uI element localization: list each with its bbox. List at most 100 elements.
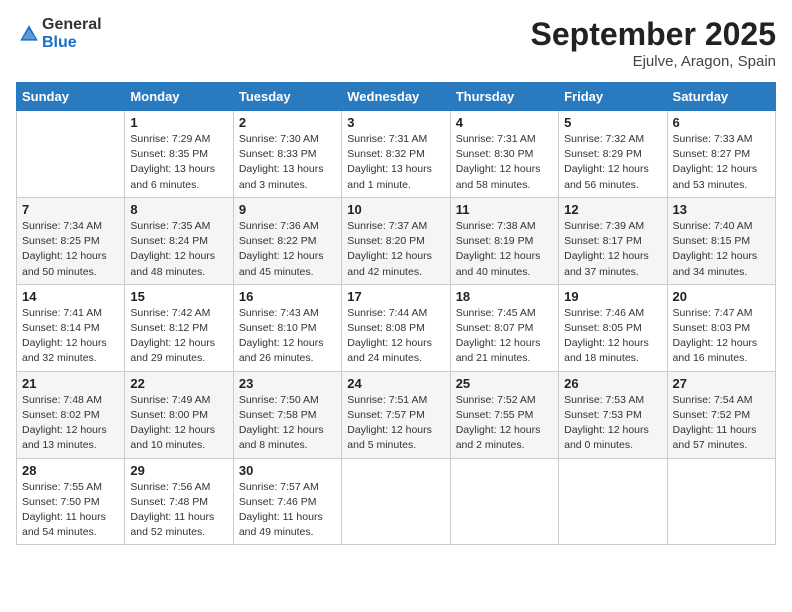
day-cell: 16 Sunrise: 7:43 AM Sunset: 8:10 PM Dayli… <box>233 284 341 371</box>
day-number: 1 <box>130 115 227 130</box>
day-number: 24 <box>347 376 444 391</box>
day-cell: 29Sunrise: 7:56 AM Sunset: 7:48 PM Dayli… <box>125 458 233 545</box>
day-info: Sunrise: 7:36 AM Sunset: 8:22 PM Dayligh… <box>239 219 336 280</box>
day-cell <box>17 111 125 198</box>
column-header-sunday: Sunday <box>17 83 125 111</box>
day-info: Sunrise: 7:38 AM Sunset: 8:19 PM Dayligh… <box>456 219 553 280</box>
day-number: 9 <box>239 202 336 217</box>
day-cell: 20Sunrise: 7:47 AM Sunset: 8:03 PM Dayli… <box>667 284 775 371</box>
day-info: Sunrise: 7:35 AM Sunset: 8:24 PM Dayligh… <box>130 219 227 280</box>
day-cell: 26 Sunrise: 7:53 AM Sunset: 7:53 PM Dayli… <box>559 371 667 458</box>
day-cell <box>667 458 775 545</box>
day-number: 16 <box>239 289 336 304</box>
day-number: 25 <box>456 376 553 391</box>
day-cell <box>342 458 450 545</box>
day-info: Sunrise: 7:52 AM Sunset: 7:55 PM Dayligh… <box>456 393 553 454</box>
day-number: 23 <box>239 376 336 391</box>
day-info: Sunrise: 7:33 AM Sunset: 8:27 PM Dayligh… <box>673 132 770 193</box>
day-number: 19 <box>564 289 661 304</box>
header-row: SundayMondayTuesdayWednesdayThursdayFrid… <box>17 83 776 111</box>
day-number: 7 <box>22 202 119 217</box>
day-number: 6 <box>673 115 770 130</box>
location: Ejulve, Aragon, Spain <box>531 53 776 70</box>
day-info: Sunrise: 7:47 AM Sunset: 8:03 PM Dayligh… <box>673 306 770 367</box>
day-cell: 12 Sunrise: 7:39 AM Sunset: 8:17 PM Dayli… <box>559 197 667 284</box>
day-info: Sunrise: 7:42 AM Sunset: 8:12 PM Dayligh… <box>130 306 227 367</box>
column-header-tuesday: Tuesday <box>233 83 341 111</box>
logo-blue: Blue <box>42 34 102 52</box>
day-cell: 13 Sunrise: 7:40 AM Sunset: 8:15 PM Dayli… <box>667 197 775 284</box>
day-info: Sunrise: 7:43 AM Sunset: 8:10 PM Dayligh… <box>239 306 336 367</box>
day-info: Sunrise: 7:50 AM Sunset: 7:58 PM Dayligh… <box>239 393 336 454</box>
column-header-thursday: Thursday <box>450 83 558 111</box>
day-cell: 7 Sunrise: 7:34 AM Sunset: 8:25 PM Daylig… <box>17 197 125 284</box>
day-info: Sunrise: 7:31 AM Sunset: 8:32 PM Dayligh… <box>347 132 444 193</box>
day-info: Sunrise: 7:53 AM Sunset: 7:53 PM Dayligh… <box>564 393 661 454</box>
day-cell: 10 Sunrise: 7:37 AM Sunset: 8:20 PM Dayli… <box>342 197 450 284</box>
column-header-wednesday: Wednesday <box>342 83 450 111</box>
day-number: 21 <box>22 376 119 391</box>
day-number: 12 <box>564 202 661 217</box>
day-cell: 5 Sunrise: 7:32 AM Sunset: 8:29 PM Daylig… <box>559 111 667 198</box>
day-info: Sunrise: 7:44 AM Sunset: 8:08 PM Dayligh… <box>347 306 444 367</box>
week-row-4: 28 Sunrise: 7:55 AM Sunset: 7:50 PM Dayli… <box>17 458 776 545</box>
day-cell: 4 Sunrise: 7:31 AM Sunset: 8:30 PM Daylig… <box>450 111 558 198</box>
day-cell: 9 Sunrise: 7:36 AM Sunset: 8:22 PM Daylig… <box>233 197 341 284</box>
day-number: 30 <box>239 463 336 478</box>
day-info: Sunrise: 7:46 AM Sunset: 8:05 PM Dayligh… <box>564 306 661 367</box>
day-number: 5 <box>564 115 661 130</box>
day-info: Sunrise: 7:40 AM Sunset: 8:15 PM Dayligh… <box>673 219 770 280</box>
day-info: Sunrise: 7:55 AM Sunset: 7:50 PM Dayligh… <box>22 480 119 541</box>
day-number: 3 <box>347 115 444 130</box>
column-header-friday: Friday <box>559 83 667 111</box>
day-cell: 15 Sunrise: 7:42 AM Sunset: 8:12 PM Dayli… <box>125 284 233 371</box>
day-number: 13 <box>673 202 770 217</box>
day-cell: 2 Sunrise: 7:30 AM Sunset: 8:33 PM Daylig… <box>233 111 341 198</box>
day-cell: 6 Sunrise: 7:33 AM Sunset: 8:27 PM Daylig… <box>667 111 775 198</box>
day-info: Sunrise: 7:45 AM Sunset: 8:07 PM Dayligh… <box>456 306 553 367</box>
day-number: 18 <box>456 289 553 304</box>
title-block: September 2025 Ejulve, Aragon, Spain <box>531 16 776 70</box>
day-info: Sunrise: 7:30 AM Sunset: 8:33 PM Dayligh… <box>239 132 336 193</box>
logo-general: General <box>42 16 102 34</box>
day-cell: 23 Sunrise: 7:50 AM Sunset: 7:58 PM Dayli… <box>233 371 341 458</box>
day-info: Sunrise: 7:39 AM Sunset: 8:17 PM Dayligh… <box>564 219 661 280</box>
day-cell: 25 Sunrise: 7:52 AM Sunset: 7:55 PM Dayli… <box>450 371 558 458</box>
day-number: 2 <box>239 115 336 130</box>
day-number: 27 <box>673 376 770 391</box>
day-info: Sunrise: 7:41 AM Sunset: 8:14 PM Dayligh… <box>22 306 119 367</box>
day-cell: 30Sunrise: 7:57 AM Sunset: 7:46 PM Dayli… <box>233 458 341 545</box>
day-cell: 28 Sunrise: 7:55 AM Sunset: 7:50 PM Dayli… <box>17 458 125 545</box>
day-cell: 8 Sunrise: 7:35 AM Sunset: 8:24 PM Daylig… <box>125 197 233 284</box>
day-number: 4 <box>456 115 553 130</box>
day-number: 10 <box>347 202 444 217</box>
day-number: 28 <box>22 463 119 478</box>
day-info: Sunrise: 7:29 AM Sunset: 8:35 PM Dayligh… <box>130 132 227 193</box>
logo: General Blue <box>16 16 102 51</box>
day-number: 15 <box>130 289 227 304</box>
day-number: 22 <box>130 376 227 391</box>
day-info: Sunrise: 7:48 AM Sunset: 8:02 PM Dayligh… <box>22 393 119 454</box>
day-cell: 14Sunrise: 7:41 AM Sunset: 8:14 PM Dayli… <box>17 284 125 371</box>
logo-icon <box>18 23 40 45</box>
day-info: Sunrise: 7:31 AM Sunset: 8:30 PM Dayligh… <box>456 132 553 193</box>
day-number: 11 <box>456 202 553 217</box>
calendar-table: SundayMondayTuesdayWednesdayThursdayFrid… <box>16 82 776 545</box>
day-number: 26 <box>564 376 661 391</box>
day-number: 29 <box>130 463 227 478</box>
page-header: General Blue September 2025 Ejulve, Arag… <box>16 16 776 70</box>
day-cell: 24Sunrise: 7:51 AM Sunset: 7:57 PM Dayli… <box>342 371 450 458</box>
week-row-3: 21 Sunrise: 7:48 AM Sunset: 8:02 PM Dayli… <box>17 371 776 458</box>
day-info: Sunrise: 7:37 AM Sunset: 8:20 PM Dayligh… <box>347 219 444 280</box>
day-number: 17 <box>347 289 444 304</box>
day-info: Sunrise: 7:49 AM Sunset: 8:00 PM Dayligh… <box>130 393 227 454</box>
day-info: Sunrise: 7:32 AM Sunset: 8:29 PM Dayligh… <box>564 132 661 193</box>
day-number: 8 <box>130 202 227 217</box>
week-row-0: 1 Sunrise: 7:29 AM Sunset: 8:35 PM Daylig… <box>17 111 776 198</box>
day-info: Sunrise: 7:34 AM Sunset: 8:25 PM Dayligh… <box>22 219 119 280</box>
day-cell: 19 Sunrise: 7:46 AM Sunset: 8:05 PM Dayli… <box>559 284 667 371</box>
week-row-1: 7 Sunrise: 7:34 AM Sunset: 8:25 PM Daylig… <box>17 197 776 284</box>
day-cell: 17 Sunrise: 7:44 AM Sunset: 8:08 PM Dayli… <box>342 284 450 371</box>
week-row-2: 14Sunrise: 7:41 AM Sunset: 8:14 PM Dayli… <box>17 284 776 371</box>
month-title: September 2025 <box>531 16 776 53</box>
